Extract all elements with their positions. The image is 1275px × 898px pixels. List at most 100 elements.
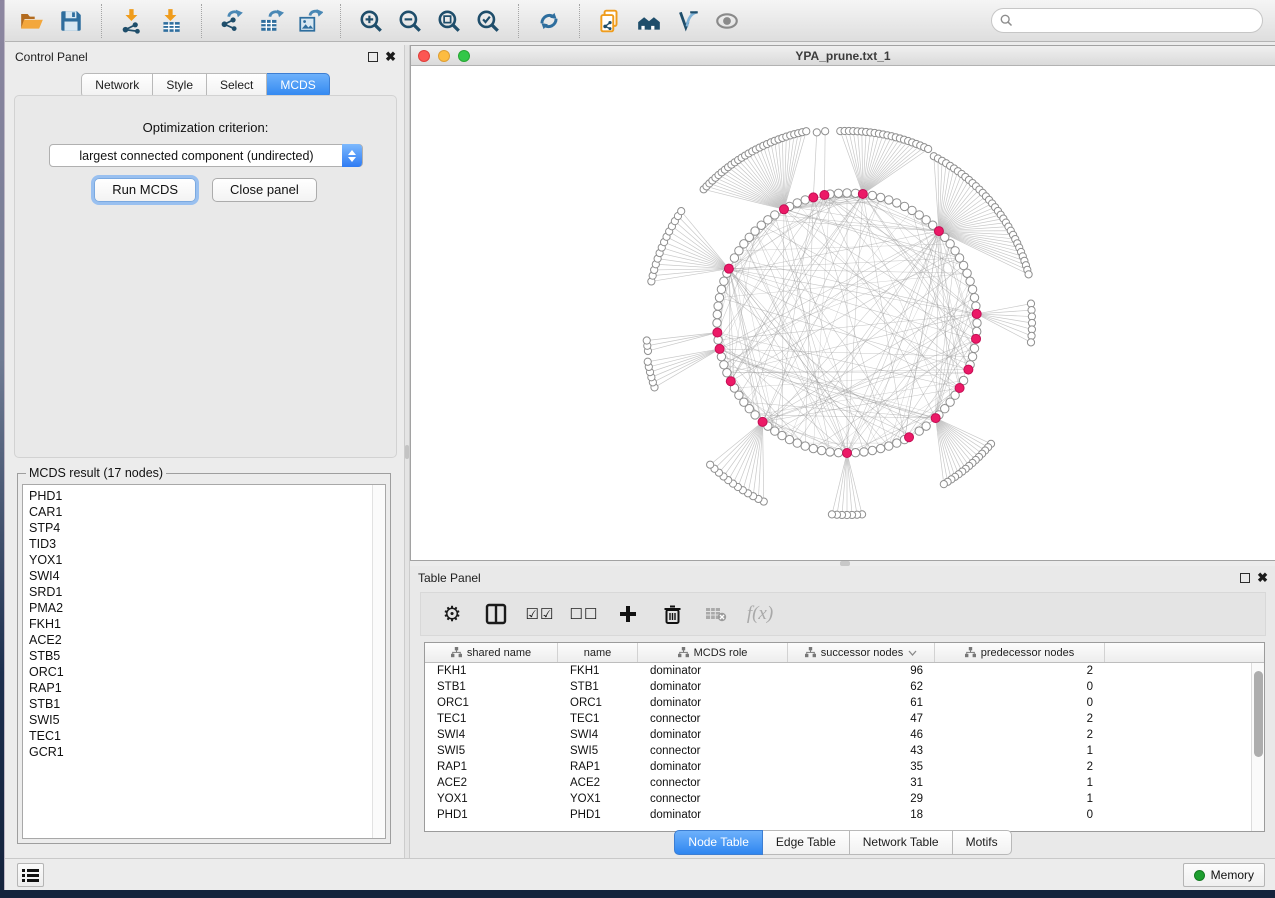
table-cell[interactable]: ORC1 — [558, 697, 638, 709]
ring-node[interactable] — [793, 439, 801, 447]
table-cell[interactable]: 29 — [788, 793, 935, 805]
table-cell[interactable]: 62 — [788, 681, 935, 693]
export-table-icon[interactable] — [256, 6, 286, 36]
ring-node[interactable] — [963, 269, 971, 277]
ring-node[interactable] — [720, 277, 728, 285]
memory-button[interactable]: Memory — [1183, 863, 1265, 887]
mcds-hub-node[interactable] — [931, 414, 940, 423]
network-graph[interactable] — [411, 67, 1275, 560]
satellite-node[interactable] — [1027, 339, 1034, 346]
search-input[interactable] — [991, 8, 1263, 33]
add-column-icon[interactable] — [611, 599, 645, 629]
new-network-from-selection-icon[interactable] — [595, 6, 625, 36]
table-cell[interactable]: 2 — [935, 729, 1105, 741]
mcds-result-item[interactable]: CAR1 — [23, 504, 385, 520]
ring-node[interactable] — [970, 344, 978, 352]
ring-node[interactable] — [809, 444, 817, 452]
table-cell[interactable]: 0 — [935, 681, 1105, 693]
table-cell[interactable]: SWI4 — [425, 729, 558, 741]
float-panel-icon[interactable] — [1240, 573, 1250, 583]
table-cell[interactable]: 47 — [788, 713, 935, 725]
satellite-node[interactable] — [707, 461, 714, 468]
ring-node[interactable] — [713, 310, 721, 318]
table-cell[interactable]: 2 — [935, 665, 1105, 677]
mcds-result-item[interactable]: STP4 — [23, 520, 385, 536]
satellite-node[interactable] — [678, 208, 685, 215]
close-panel-icon[interactable]: ✖ — [1257, 573, 1268, 583]
column-header-MCDS-role[interactable]: MCDS role — [638, 643, 788, 662]
table-cell[interactable]: dominator — [638, 697, 788, 709]
run-mcds-button[interactable]: Run MCDS — [94, 178, 196, 202]
table-cell[interactable]: 46 — [788, 729, 935, 741]
ring-node[interactable] — [876, 444, 884, 452]
ring-node[interactable] — [817, 446, 825, 454]
vizmapper-icon[interactable] — [673, 6, 703, 36]
table-row[interactable]: YOX1YOX1connector291 — [425, 791, 1264, 807]
delete-column-icon[interactable] — [655, 599, 689, 629]
ring-node[interactable] — [885, 442, 893, 450]
select-all-rows-icon[interactable]: ☑☑ — [523, 599, 557, 629]
mcds-result-item[interactable]: SWI4 — [23, 568, 385, 584]
mcds-result-item[interactable]: TEC1 — [23, 728, 385, 744]
mcds-result-item[interactable]: PHD1 — [23, 488, 385, 504]
mcds-hub-node[interactable] — [713, 328, 722, 337]
table-row[interactable]: RAP1RAP1dominator352 — [425, 759, 1264, 775]
ring-node[interactable] — [717, 285, 725, 293]
mcds-list-scrollbar[interactable] — [372, 485, 385, 838]
ring-node[interactable] — [973, 319, 981, 327]
mcds-result-item[interactable]: TID3 — [23, 536, 385, 552]
settings-gear-icon[interactable]: ⚙ — [435, 599, 469, 629]
table-cell[interactable]: YOX1 — [558, 793, 638, 805]
open-file-icon[interactable] — [17, 6, 47, 36]
table-cell[interactable]: TEC1 — [558, 713, 638, 725]
column-header-predecessor-nodes[interactable]: predecessor nodes — [935, 643, 1105, 662]
ring-node[interactable] — [843, 189, 851, 197]
ring-node[interactable] — [801, 442, 809, 450]
task-history-button[interactable] — [17, 863, 44, 887]
mcds-hub-node[interactable] — [905, 433, 914, 442]
mcds-hub-node[interactable] — [715, 344, 724, 353]
show-hide-icon[interactable] — [712, 6, 742, 36]
ring-node[interactable] — [893, 439, 901, 447]
table-cell[interactable]: ORC1 — [425, 697, 558, 709]
splitter-handle[interactable] — [405, 445, 409, 459]
mcds-hub-node[interactable] — [809, 193, 818, 202]
ring-node[interactable] — [834, 189, 842, 197]
table-cell[interactable]: RAP1 — [425, 761, 558, 773]
table-cell[interactable]: ACE2 — [425, 777, 558, 789]
table-row[interactable]: ORC1ORC1dominator610 — [425, 695, 1264, 711]
tab-motifs[interactable]: Motifs — [953, 830, 1012, 855]
table-cell[interactable]: 2 — [935, 761, 1105, 773]
import-table-icon[interactable] — [156, 6, 186, 36]
export-network-icon[interactable] — [217, 6, 247, 36]
table-row[interactable]: FKH1FKH1dominator962 — [425, 663, 1264, 679]
satellite-node[interactable] — [644, 358, 651, 365]
table-row[interactable]: STB1STB1dominator620 — [425, 679, 1264, 695]
ring-node[interactable] — [860, 448, 868, 456]
tab-network-table[interactable]: Network Table — [850, 830, 953, 855]
mcds-result-item[interactable]: RAP1 — [23, 680, 385, 696]
mcds-result-item[interactable]: STB1 — [23, 696, 385, 712]
mcds-hub-node[interactable] — [858, 189, 867, 198]
table-cell[interactable]: RAP1 — [558, 761, 638, 773]
table-cell[interactable]: 61 — [788, 697, 935, 709]
ring-node[interactable] — [968, 352, 976, 360]
ring-node[interactable] — [723, 369, 731, 377]
satellite-node[interactable] — [828, 511, 835, 518]
ring-node[interactable] — [966, 277, 974, 285]
table-cell[interactable]: dominator — [638, 761, 788, 773]
zoom-in-icon[interactable] — [356, 6, 386, 36]
ring-node[interactable] — [885, 196, 893, 204]
table-cell[interactable]: STB1 — [558, 681, 638, 693]
table-cell[interactable]: FKH1 — [425, 665, 558, 677]
table-cell[interactable]: PHD1 — [425, 809, 558, 821]
ring-node[interactable] — [713, 319, 721, 327]
table-cell[interactable]: dominator — [638, 665, 788, 677]
zoom-out-icon[interactable] — [395, 6, 425, 36]
mcds-hub-node[interactable] — [724, 264, 733, 273]
export-image-icon[interactable] — [295, 6, 325, 36]
table-cell[interactable]: SWI5 — [558, 745, 638, 757]
optimization-criterion-select[interactable]: largest connected component (undirected) — [49, 144, 363, 167]
tab-edge-table[interactable]: Edge Table — [763, 830, 850, 855]
table-cell[interactable]: 96 — [788, 665, 935, 677]
